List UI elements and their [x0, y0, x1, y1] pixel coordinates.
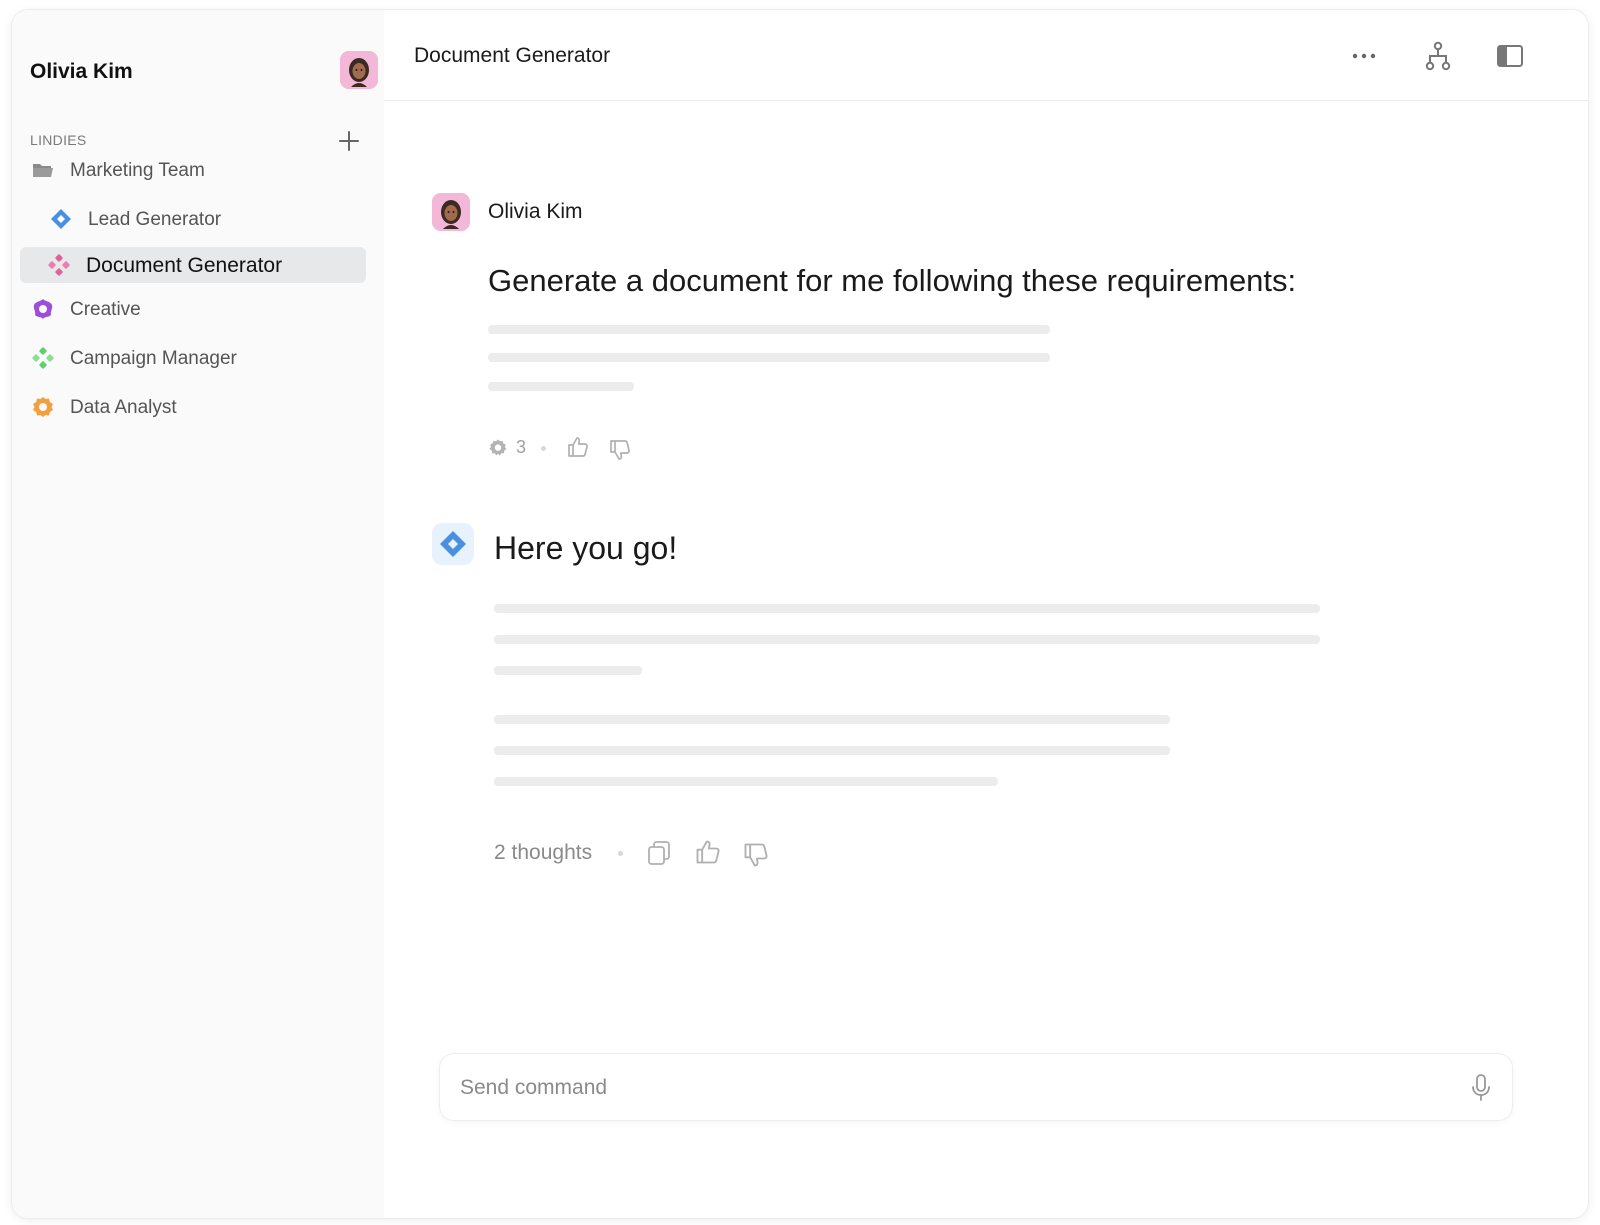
header: Document Generator [384, 10, 1588, 101]
diamond-blue-icon [440, 531, 466, 557]
plus-icon [339, 131, 359, 151]
command-input[interactable] [458, 1066, 1442, 1110]
sidebar-toggle-icon [1497, 45, 1523, 67]
bot-avatar [432, 523, 474, 565]
text-placeholder-line [494, 715, 1170, 724]
message-avatar [432, 193, 470, 231]
meta-separator [618, 851, 623, 856]
sidebar-item-label: Document Generator [86, 254, 283, 277]
page-title: Document Generator [414, 44, 611, 67]
user-profile[interactable]: Olivia Kim [30, 51, 378, 89]
diamond-blue-icon [50, 208, 72, 230]
section-label-lindies: LINDIES [30, 132, 87, 148]
meta-separator [541, 446, 546, 451]
main-panel: Document Generator Olivia Kim Generate a… [384, 10, 1588, 1218]
message-meta-count: 3 [516, 437, 527, 457]
sidebar-item-document-generator[interactable]: Document Generator [20, 247, 366, 283]
text-placeholder-line [488, 353, 1050, 362]
sidebar-item-label: Marketing Team [70, 160, 205, 181]
flower-purple-icon [32, 298, 54, 320]
text-placeholder-line [494, 746, 1170, 755]
microphone-icon[interactable] [1468, 1074, 1494, 1102]
copy-icon[interactable] [645, 839, 673, 867]
text-placeholder-line [494, 604, 1320, 613]
sidebar-item-label: Campaign Manager [70, 348, 237, 369]
text-placeholder-line [494, 777, 998, 786]
text-placeholder-line [488, 325, 1050, 334]
sidebar-item-marketing-team[interactable]: Marketing Team [22, 152, 366, 188]
thumbs-up-icon[interactable] [566, 435, 590, 459]
sidebar-item-lead-generator[interactable]: Lead Generator [22, 201, 366, 237]
more-icon [1352, 53, 1376, 59]
user-name: Olivia Kim [30, 60, 133, 83]
sidebar-item-label: Lead Generator [88, 209, 222, 230]
sidebar: Olivia Kim LINDIES Marketing Team Lead G… [12, 10, 384, 1218]
thumbs-down-icon[interactable] [608, 438, 632, 462]
app-window: Olivia Kim LINDIES Marketing Team Lead G… [12, 10, 1588, 1218]
thumbs-up-icon[interactable] [694, 838, 722, 866]
avatar[interactable] [340, 51, 378, 89]
text-placeholder-line [488, 382, 634, 391]
avatar-icon [432, 193, 470, 231]
user-message-text: Generate a document for me following the… [488, 263, 1297, 298]
ring-orange-icon [32, 396, 54, 418]
sidebar-toggle-button[interactable] [1494, 40, 1526, 72]
diamond-green-icon [32, 347, 54, 369]
workflow-icon [1425, 41, 1451, 71]
sidebar-item-label: Data Analyst [70, 397, 177, 418]
bot-message-text: Here you go! [494, 530, 678, 566]
more-button[interactable] [1348, 40, 1380, 72]
diamond-pink-icon [48, 254, 70, 276]
thoughts-link[interactable]: 2 thoughts [494, 841, 592, 865]
add-lindy-button[interactable] [336, 128, 362, 154]
sidebar-item-label: Creative [70, 299, 141, 320]
workflow-button[interactable] [1422, 40, 1454, 72]
message-sender: Olivia Kim [488, 200, 583, 223]
avatar-icon [340, 51, 378, 89]
sidebar-item-data-analyst[interactable]: Data Analyst [22, 389, 366, 425]
sidebar-item-campaign-manager[interactable]: Campaign Manager [22, 340, 366, 376]
thumbs-down-icon[interactable] [742, 841, 770, 869]
text-placeholder-line [494, 635, 1320, 644]
composer [440, 1054, 1512, 1120]
folder-icon [32, 159, 54, 181]
text-placeholder-line [494, 666, 642, 675]
gear-icon[interactable] [489, 439, 507, 457]
sidebar-item-creative[interactable]: Creative [22, 291, 366, 327]
